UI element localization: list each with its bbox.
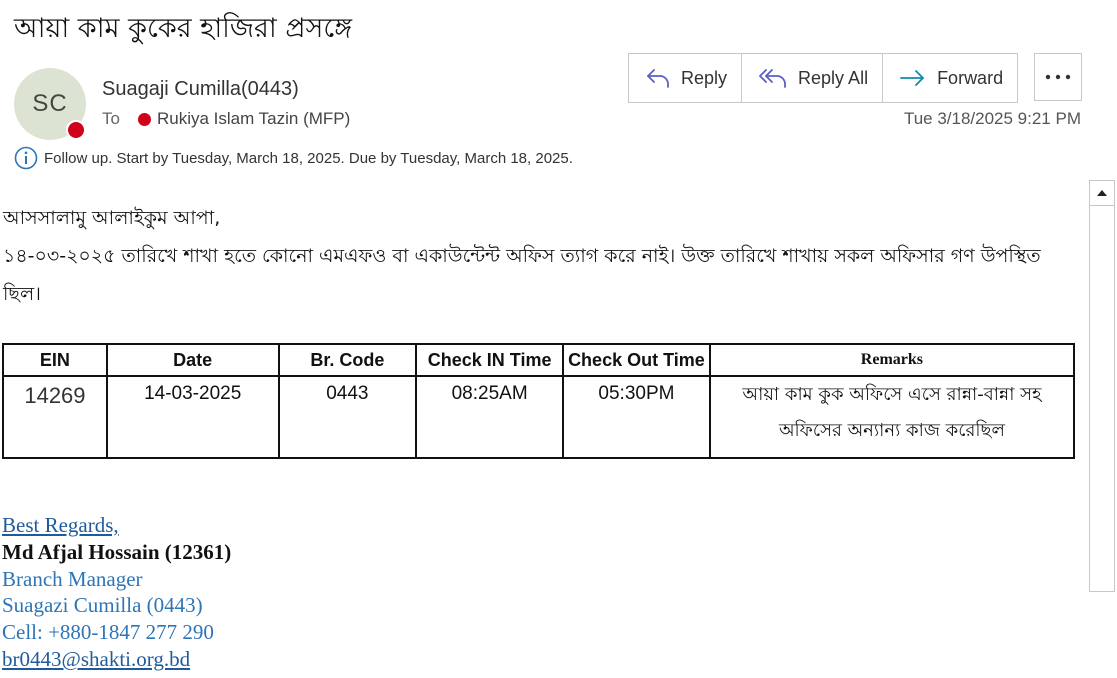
vertical-scrollbar[interactable] xyxy=(1089,180,1115,592)
column-header: Date xyxy=(105,343,280,377)
reply-icon xyxy=(647,69,669,88)
recipient-line: To Rukiya Islam Tazin (MFP) xyxy=(102,109,350,129)
table-header-row: EIN Date Br. Code Check IN Time Check Ou… xyxy=(2,343,1076,377)
chevron-up-icon xyxy=(1097,190,1107,196)
reply-all-icon xyxy=(759,69,786,88)
scroll-up-button[interactable] xyxy=(1090,181,1114,206)
cell-check-in: 08:25AM xyxy=(415,375,565,459)
followup-banner: Follow up. Start by Tuesday, March 18, 2… xyxy=(14,146,573,170)
forward-icon xyxy=(900,70,924,86)
message-actions: Reply Reply All Forward xyxy=(628,53,1019,103)
cell-ein: 14269 xyxy=(2,375,108,459)
column-header: Br. Code xyxy=(277,343,418,377)
more-options-icon xyxy=(1045,74,1071,80)
signature-name: Md Afjal Hossain (12361) xyxy=(2,540,232,564)
email-subject: আয়া কাম কুকের হাজিরা প্রসঙ্গে xyxy=(14,13,353,44)
message-body: আসসালামু আলাইকুম আপা, ১৪-০৩-২০২৫ তারিখে … xyxy=(0,180,1088,678)
cell-br-code: 0443 xyxy=(277,375,418,459)
followup-text: Follow up. Start by Tuesday, March 18, 2… xyxy=(44,149,573,167)
signature-email-link[interactable]: br0443@shakti.org.bd xyxy=(2,647,190,672)
cell-check-out: 05:30PM xyxy=(562,375,711,459)
signature-branch: Suagazi Cumilla (0443) xyxy=(2,593,203,617)
greeting-text: আসসালামু আলাইকুম আপা, xyxy=(3,207,221,229)
recipient-presence-icon xyxy=(137,112,151,126)
attendance-table: EIN Date Br. Code Check IN Time Check Ou… xyxy=(2,343,1076,459)
body-line-1: ১৪-০৩-২০২৫ তারিখে শাখা হতে কোনো এমএফও বা… xyxy=(3,245,1041,267)
remarks-line-1: আয়া কাম কুক অফিসে এসে রান্না-বান্না সহ xyxy=(742,384,1042,405)
sent-date: Tue 3/18/2025 9:21 PM xyxy=(903,109,1081,128)
reply-all-button[interactable]: Reply All xyxy=(742,54,884,102)
forward-button[interactable]: Forward xyxy=(883,54,1018,102)
signature-cell: Cell: +880-1847 277 290 xyxy=(2,620,214,644)
reply-label: Reply xyxy=(681,67,728,88)
recipient-name[interactable]: Rukiya Islam Tazin (MFP) xyxy=(157,109,350,129)
sender-name[interactable]: Suagaji Cumilla(0443) xyxy=(102,78,299,101)
cell-date: 14-03-2025 xyxy=(105,375,280,459)
avatar-initials: SC xyxy=(32,90,68,117)
forward-label: Forward xyxy=(937,67,1004,88)
presence-busy-icon xyxy=(66,120,86,140)
more-actions-button[interactable] xyxy=(1034,53,1082,101)
reply-all-label: Reply All xyxy=(798,67,869,88)
column-header: Check Out Time xyxy=(562,343,711,377)
column-header: EIN xyxy=(2,343,108,377)
column-header: Remarks xyxy=(708,343,1076,377)
signature-regards: Best Regards, xyxy=(2,513,119,537)
table-row: 14269 14-03-2025 0443 08:25AM 05:30PM আয… xyxy=(2,375,1076,459)
remarks-line-2: অফিসের অন্যান্য কাজ করেছিল xyxy=(778,420,1005,441)
column-header: Check IN Time xyxy=(415,343,565,377)
reply-button[interactable]: Reply xyxy=(629,54,743,102)
cell-remarks: আয়া কাম কুক অফিসে এসে রান্না-বান্না সহ … xyxy=(708,375,1076,459)
to-label: To xyxy=(102,109,120,128)
body-line-2: ছিল। xyxy=(3,283,41,305)
signature-title: Branch Manager xyxy=(2,567,143,591)
info-icon xyxy=(14,146,38,170)
